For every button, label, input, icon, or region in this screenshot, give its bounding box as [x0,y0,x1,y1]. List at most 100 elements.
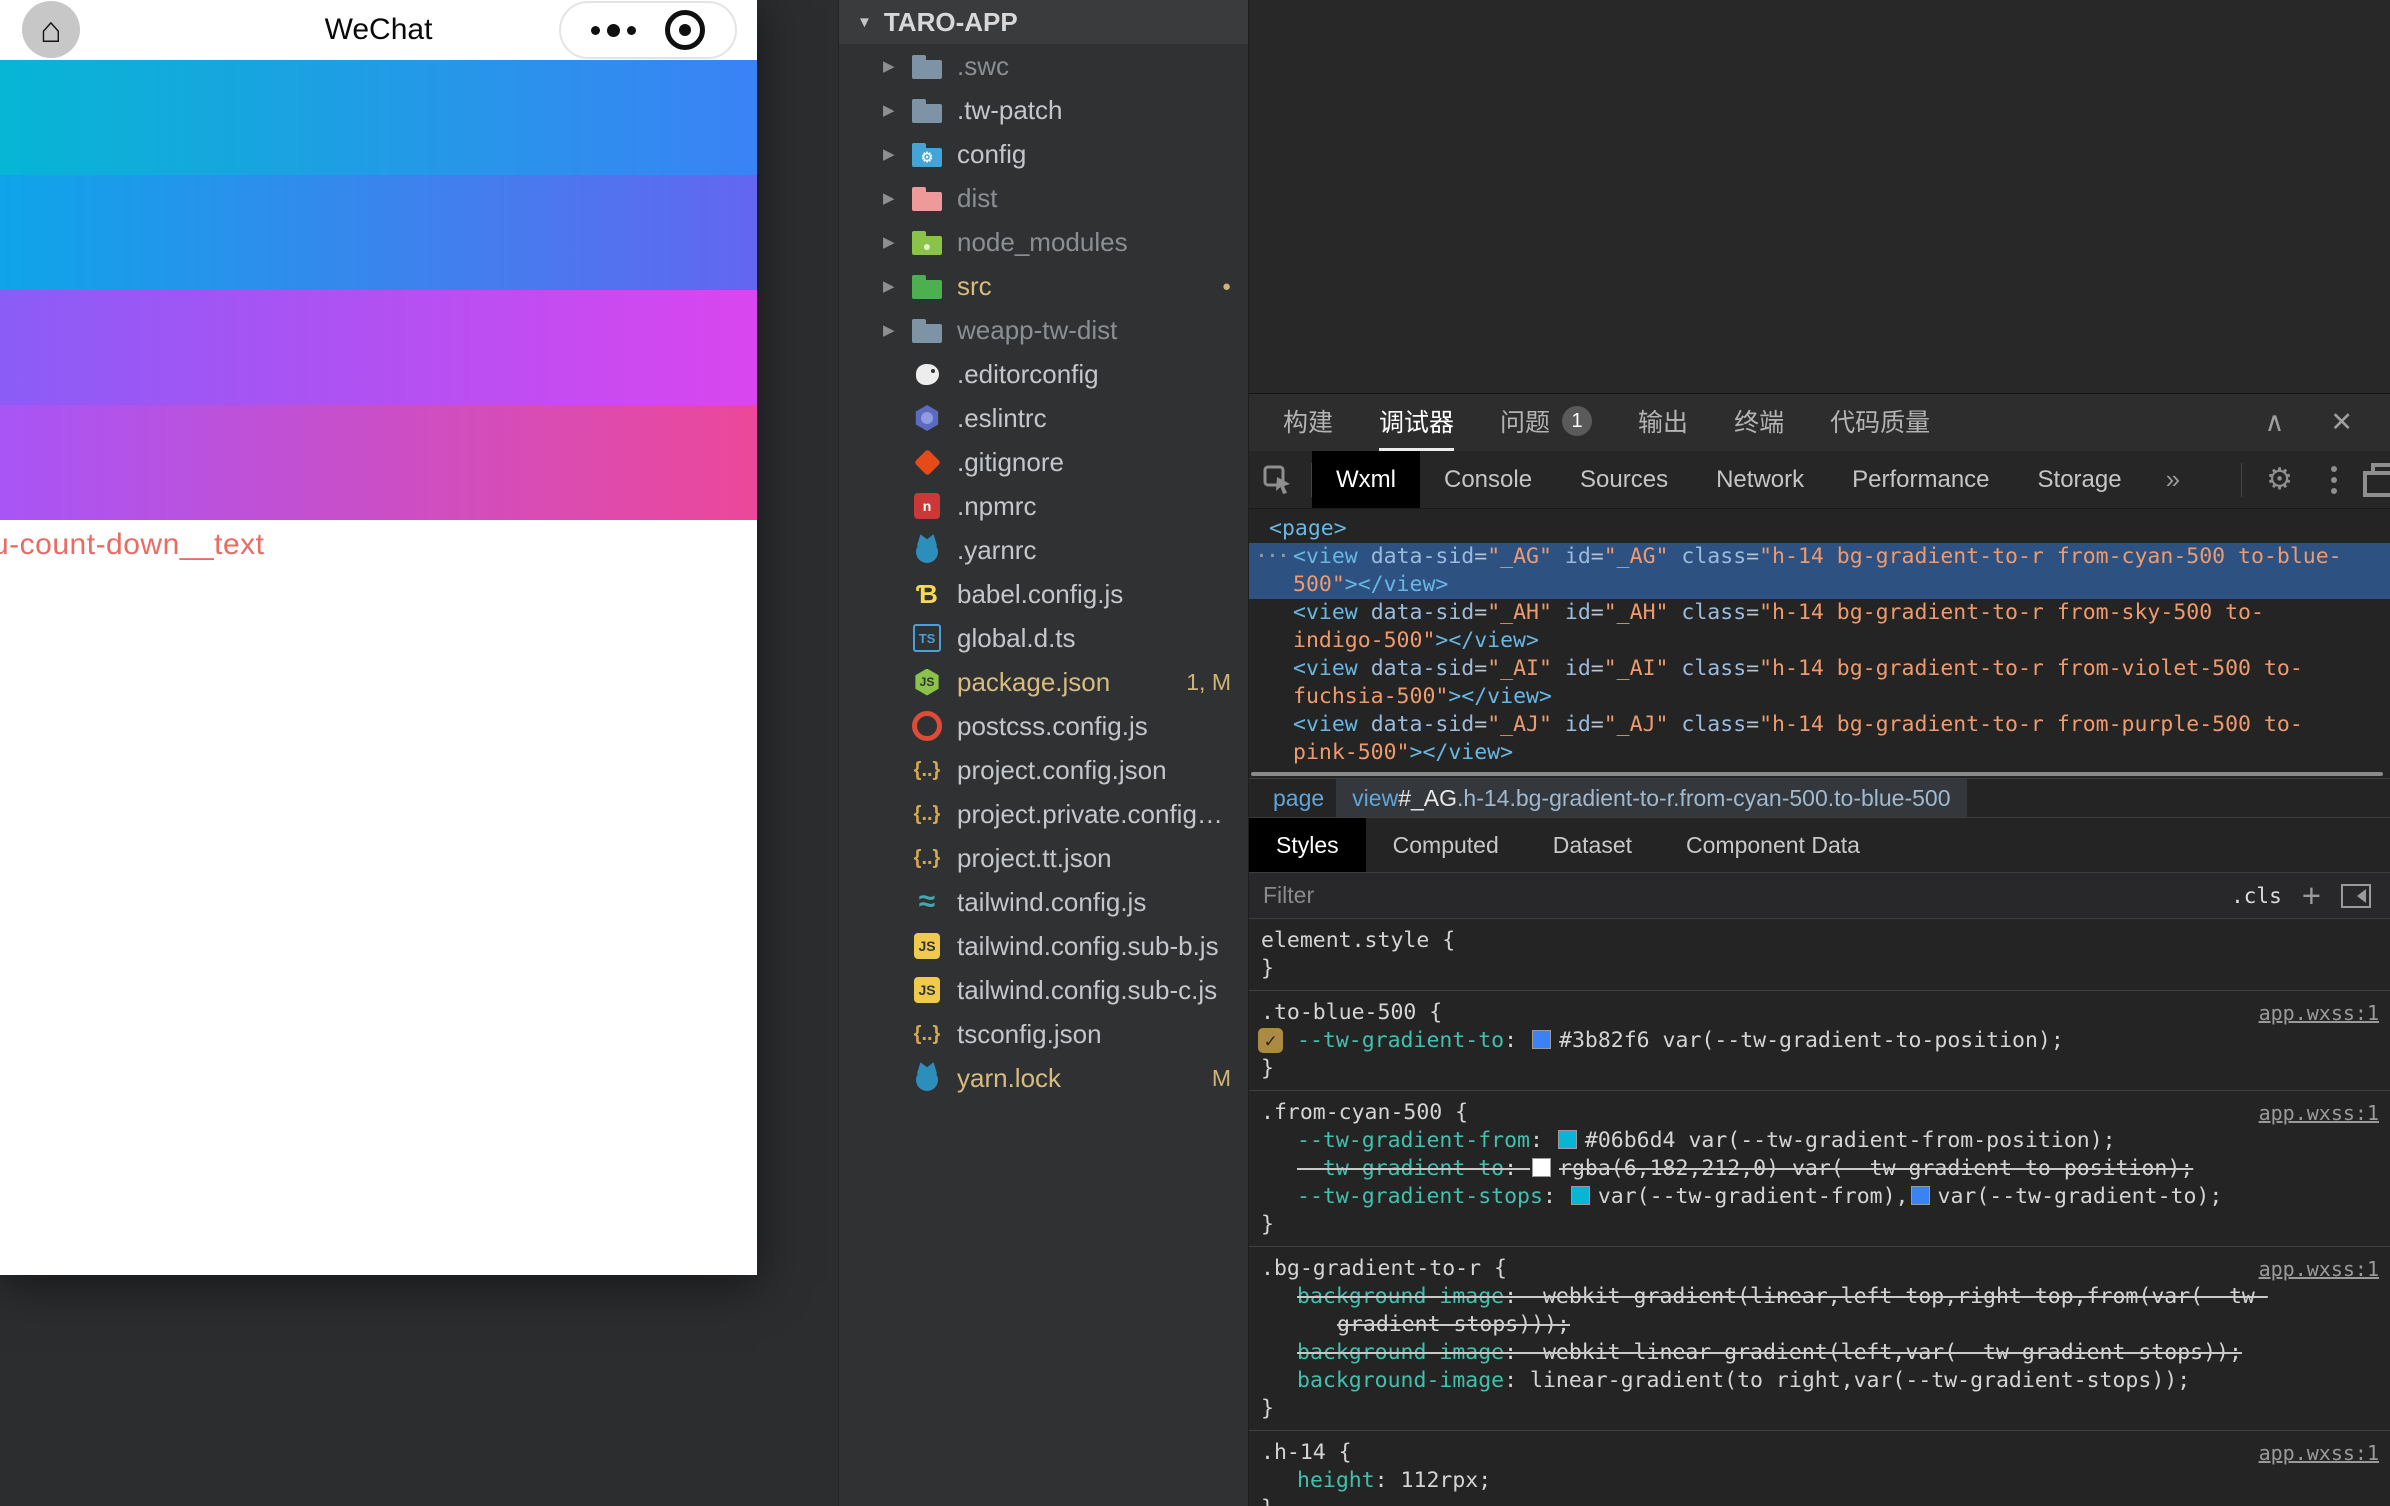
exit-record-icon[interactable] [665,10,705,50]
debugger-tab-调试器[interactable]: 调试器 [1379,394,1454,451]
wxml-node[interactable]: fuchsia-500"></view> [1249,683,2390,711]
color-swatch[interactable] [1571,1186,1590,1205]
collapse-panel-icon[interactable]: ∧ [2265,407,2285,438]
miniprogram-titlebar: ⌂ WeChat [0,0,757,60]
tree-folder-config[interactable]: ▶⚙config [839,132,1249,176]
tree-file-project-private-config-[interactable]: {..}project.private.config… [839,792,1249,836]
tree-file-yarn-lock[interactable]: yarn.lockM [839,1056,1249,1100]
css-declaration[interactable]: background-image: -webkit-gradient(linea… [1249,1283,2390,1311]
tree-file-postcss-config-js[interactable]: postcss.config.js [839,704,1249,748]
css-declaration[interactable]: ✓--tw-gradient-to: #3b82f6 var(--tw-grad… [1249,1027,2390,1055]
rule-close-brace: } [1249,1495,2390,1506]
git-status-badge: ● [1222,278,1231,295]
more-tabs-button[interactable]: » [2146,451,2200,508]
cls-toggle-button[interactable]: .cls [2231,884,2282,908]
stylesheet-link[interactable]: app.wxss:1 [2259,1439,2379,1467]
devtools-tab-storage[interactable]: Storage [2014,451,2146,508]
new-style-rule-button[interactable]: + [2282,879,2341,912]
chevron-right-icon: ▶ [883,233,911,251]
tree-file-tsconfig-json[interactable]: {..}tsconfig.json [839,1012,1249,1056]
kebab-menu-icon[interactable] [2317,466,2351,494]
tree-file--editorconfig[interactable]: .editorconfig [839,352,1249,396]
css-declaration[interactable]: --tw-gradient-from: #06b6d4 var(--tw-gra… [1249,1127,2390,1155]
file-icon [911,713,943,740]
tab-label: 代码质量 [1830,403,1930,439]
wxml-node[interactable]: indigo-500"></view> [1249,627,2390,655]
tree-folder--swc[interactable]: ▶.swc [839,44,1249,88]
wxml-node[interactable]: pink-500"></view> [1249,739,2390,767]
stylesheet-link[interactable]: app.wxss:1 [2259,1099,2379,1127]
wxml-node[interactable]: <page> [1249,515,2390,543]
css-declaration[interactable]: --tw-gradient-stops: var(--tw-gradient-f… [1249,1183,2390,1211]
wxml-node[interactable]: <view data-sid="_AH" id="_AH" class="h-1… [1249,599,2390,627]
horizontal-scrollbar[interactable] [1249,770,2390,778]
settings-gear-icon[interactable]: ⚙ [2254,462,2305,497]
tree-file-tailwind-config-sub-c-js[interactable]: JStailwind.config.sub-c.js [839,968,1249,1012]
wxml-node[interactable]: <view data-sid="_AI" id="_AI" class="h-1… [1249,655,2390,683]
debugger-tab-问题[interactable]: 问题1 [1500,394,1592,451]
devtools-tab-network[interactable]: Network [1692,451,1828,508]
tree-file--gitignore[interactable]: .gitignore [839,440,1249,484]
devtools-tab-wxml[interactable]: Wxml [1312,451,1420,508]
devtools-tab-console[interactable]: Console [1420,451,1556,508]
css-declaration[interactable]: height: 112rpx; [1249,1467,2390,1495]
css-declaration[interactable]: --tw-gradient-to: rgba(6,182,212,0) var(… [1249,1155,2390,1183]
styles-tab-component-data[interactable]: Component Data [1659,818,1887,872]
tree-file--eslintrc[interactable]: .eslintrc [839,396,1249,440]
file-icon [911,53,943,80]
wxml-node-selected[interactable]: 500"></view> [1249,571,2390,599]
filter-input[interactable]: Filter [1263,882,1314,909]
breadcrumb-selected-node[interactable]: view#_AG.h-14.bg-gradient-to-r.from-cyan… [1336,779,1966,817]
color-swatch[interactable] [1532,1030,1551,1049]
wxml-node[interactable]: <view data-sid="_AJ" id="_AJ" class="h-1… [1249,711,2390,739]
rule-selector: .h-14 { [1249,1439,2390,1467]
color-swatch[interactable] [1532,1158,1551,1177]
inspect-element-button[interactable] [1249,451,1311,508]
declaration-checkbox[interactable]: ✓ [1258,1028,1283,1053]
css-declaration[interactable]: background-image: linear-gradient(to rig… [1249,1367,2390,1395]
tree-folder-node-modules[interactable]: ▶●node_modules [839,220,1249,264]
color-swatch[interactable] [1911,1186,1930,1205]
scrollbar-thumb[interactable] [1251,772,2383,776]
dock-layout-icon[interactable] [2363,463,2390,497]
more-icon[interactable] [591,24,636,37]
tree-file-project-config-json[interactable]: {..}project.config.json [839,748,1249,792]
debugger-tab-代码质量[interactable]: 代码质量 [1830,394,1930,451]
node-actions-icon[interactable]: ··· [1255,543,1288,571]
css-declaration[interactable]: background-image: -webkit-linear-gradien… [1249,1339,2390,1367]
tree-file-project-tt-json[interactable]: {..}project.tt.json [839,836,1249,880]
tree-file-tailwind-config-sub-b-js[interactable]: JStailwind.config.sub-b.js [839,924,1249,968]
styles-tab-dataset[interactable]: Dataset [1526,818,1659,872]
tab-label: 输出 [1638,403,1688,439]
close-panel-icon[interactable]: ✕ [2330,407,2353,438]
capsule-menu[interactable] [559,1,737,59]
stylesheet-link[interactable]: app.wxss:1 [2259,999,2379,1027]
debugger-tab-输出[interactable]: 输出 [1638,394,1688,451]
rule-selector: .to-blue-500 { [1249,999,2390,1027]
devtools-tab-performance[interactable]: Performance [1828,451,2013,508]
tree-file-package-json[interactable]: JSpackage.json1, M [839,660,1249,704]
styles-tab-styles[interactable]: Styles [1249,818,1366,872]
tree-file-tailwind-config-js[interactable]: ≈tailwind.config.js [839,880,1249,924]
tree-file-babel-config-js[interactable]: Ɓbabel.config.js [839,572,1249,616]
tree-file--npmrc[interactable]: n.npmrc [839,484,1249,528]
wxml-node-selected[interactable]: ···<view data-sid="_AG" id="_AG" class="… [1249,543,2390,571]
breadcrumb-page[interactable]: page [1261,785,1336,812]
stylesheet-link[interactable]: app.wxss:1 [2259,1255,2379,1283]
gradient-bar [0,290,757,405]
tree-file--yarnrc[interactable]: .yarnrc [839,528,1249,572]
tree-folder--tw-patch[interactable]: ▶.tw-patch [839,88,1249,132]
debugger-tab-构建[interactable]: 构建 [1283,394,1333,451]
color-swatch[interactable] [1558,1130,1577,1149]
explorer-root-row[interactable]: ▼ TARO-APP [839,0,1249,44]
tree-item-label: .gitignore [957,447,1249,478]
tree-folder-src[interactable]: ▶src● [839,264,1249,308]
tree-file-global-d-ts[interactable]: TSglobal.d.ts [839,616,1249,660]
tree-folder-weapp-tw-dist[interactable]: ▶weapp-tw-dist [839,308,1249,352]
debugger-tab-终端[interactable]: 终端 [1734,394,1784,451]
rule-close-brace: } [1249,1211,2390,1239]
devtools-tab-sources[interactable]: Sources [1556,451,1692,508]
styles-tab-computed[interactable]: Computed [1366,818,1526,872]
sidebar-toggle-icon[interactable] [2341,884,2371,908]
tree-folder-dist[interactable]: ▶dist [839,176,1249,220]
